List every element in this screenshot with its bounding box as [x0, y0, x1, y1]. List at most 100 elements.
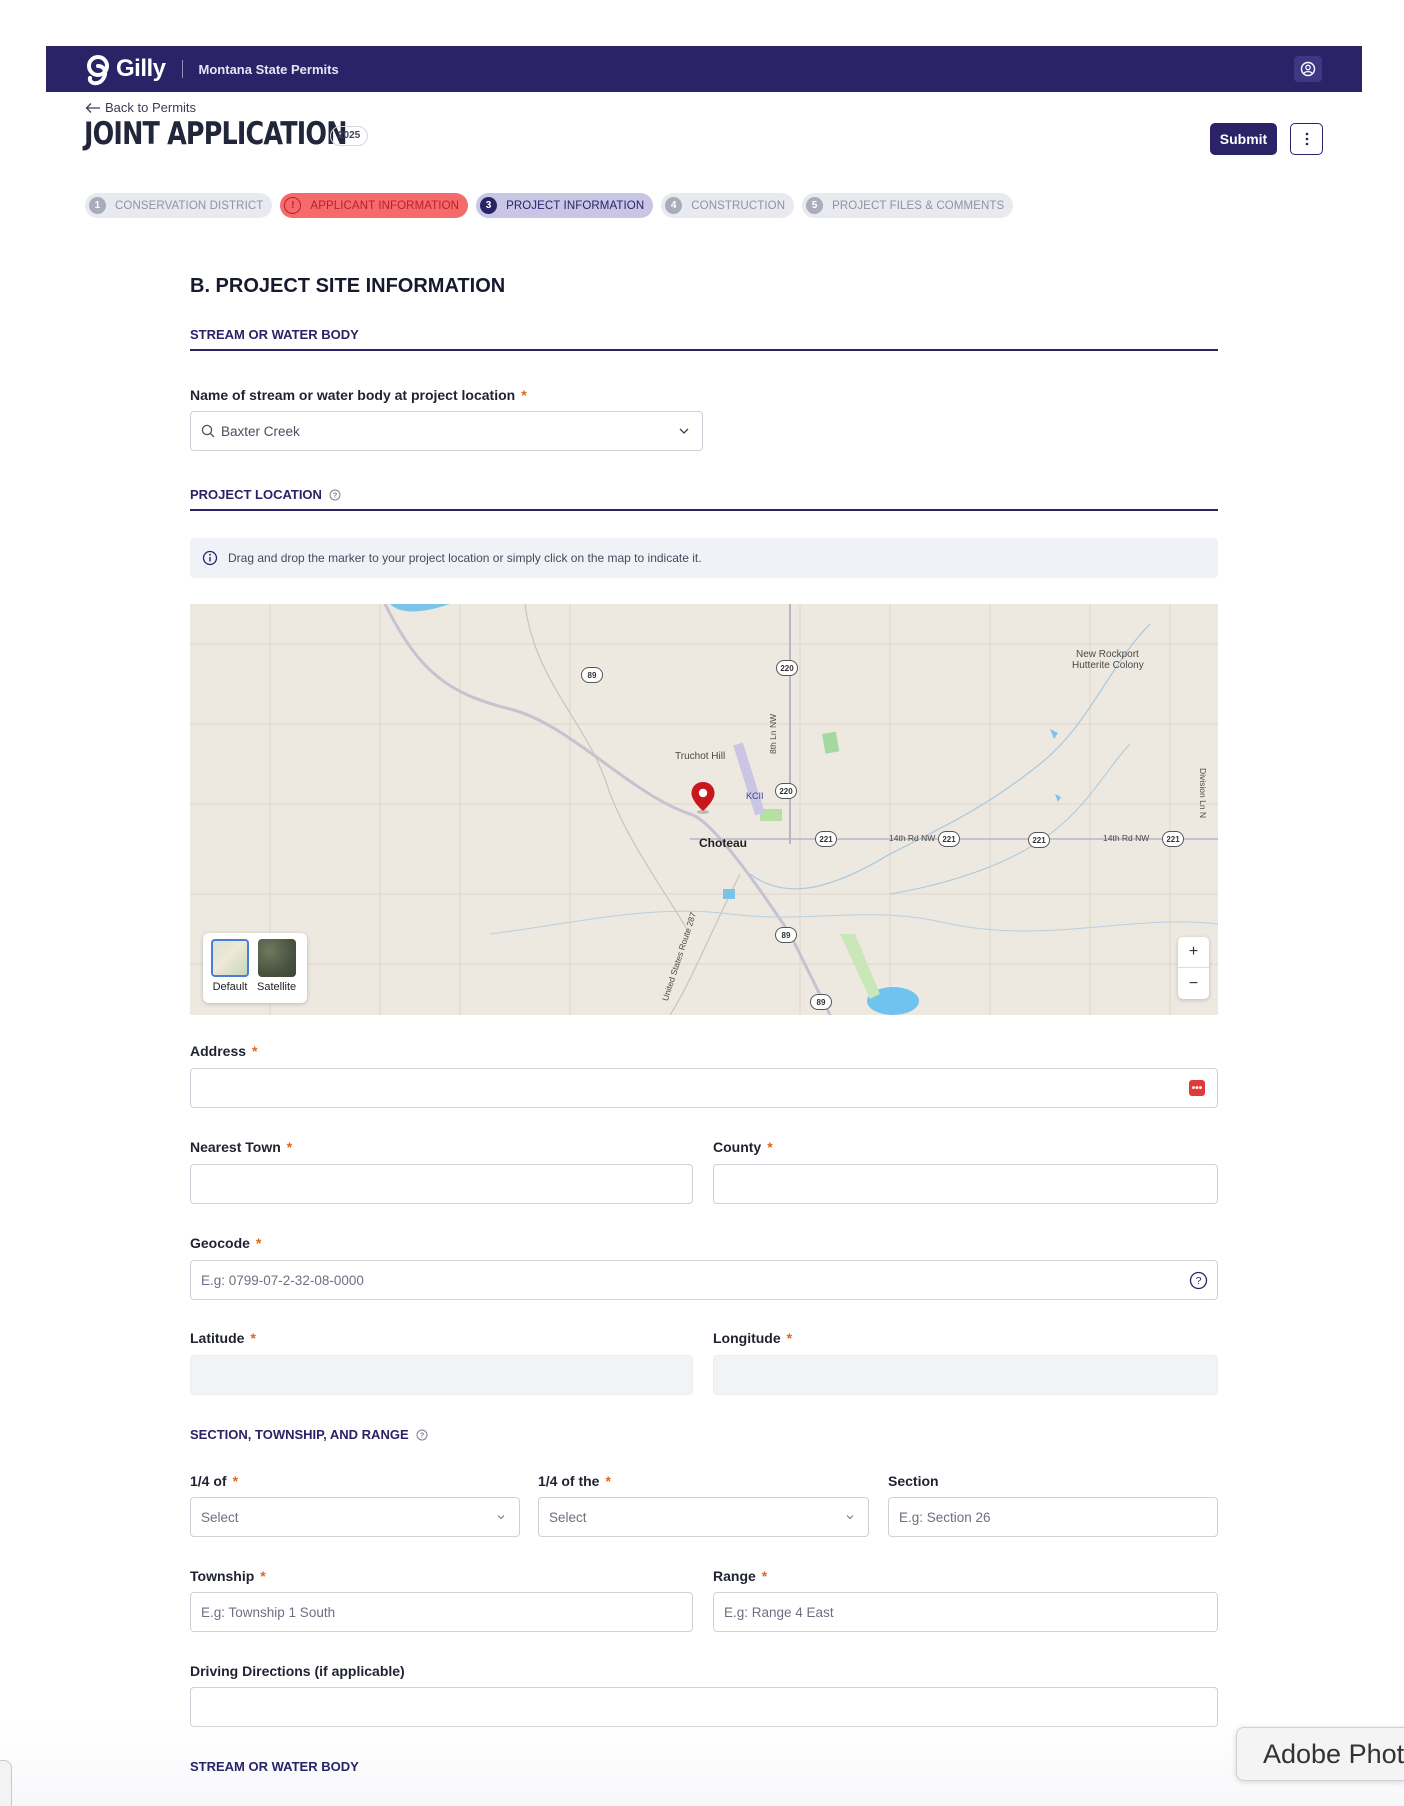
section-divider	[190, 349, 1218, 351]
step-project-files-comments[interactable]: 5 PROJECT FILES & COMMENTS	[802, 193, 1014, 218]
more-options-button[interactable]	[1290, 123, 1323, 155]
us-89-shield: 89	[810, 994, 832, 1010]
info-icon	[202, 550, 218, 566]
step-label: CONSTRUCTION	[691, 199, 786, 212]
map-label-hutterite-colony: Hutterite Colony	[1072, 660, 1144, 671]
step-label: PROJECT INFORMATION	[506, 199, 645, 212]
nearest-town-input[interactable]	[190, 1164, 693, 1204]
map-zoom-controls: + −	[1178, 937, 1209, 999]
required-asterisk: *	[767, 1139, 773, 1155]
step-label: PROJECT FILES & COMMENTS	[832, 199, 1005, 212]
address-label: Address *	[190, 1043, 257, 1059]
arrow-left-icon	[85, 102, 100, 113]
map-label-city: Choteau	[699, 836, 747, 850]
next-heading-text: STREAM OR WATER BODY	[190, 1759, 359, 1774]
svg-text:?: ?	[419, 1430, 424, 1439]
quarter-of-select[interactable]: Select	[190, 1497, 520, 1537]
map-label-road-14th-2: 14th Rd NW	[1103, 833, 1150, 843]
stream-section-heading: STREAM OR WATER BODY	[190, 327, 359, 342]
county-input[interactable]	[713, 1164, 1218, 1204]
back-link-label: Back to Permits	[105, 100, 197, 115]
step-number: 5	[806, 197, 824, 214]
location-heading-text: PROJECT LOCATION	[190, 487, 322, 502]
help-circle-icon[interactable]: ?	[1189, 1271, 1208, 1290]
location-marker-icon[interactable]	[690, 781, 716, 815]
step-conservation-district[interactable]: 1 CONSERVATION DISTRICT	[85, 193, 273, 218]
required-asterisk: *	[605, 1473, 611, 1489]
stream-name-combobox[interactable]: Baxter Creek	[190, 411, 703, 451]
password-manager-icon[interactable]: •••	[1189, 1080, 1205, 1096]
step-number: 3	[480, 197, 498, 214]
help-circle-icon[interactable]: ?	[329, 489, 341, 501]
label-text: 1/4 of the	[538, 1473, 600, 1489]
page: { "app": { "logo_text": "Gilly", "org_na…	[0, 0, 1404, 1806]
layer-satellite-label: Satellite	[257, 981, 297, 993]
logo-text: Gilly	[116, 55, 166, 82]
section-input[interactable]: E.g: Section 26	[888, 1497, 1218, 1537]
adobe-photoshop-popup[interactable]: Adobe Photoshop	[1236, 1727, 1404, 1781]
required-asterisk: *	[521, 387, 527, 403]
step-project-information[interactable]: 3 PROJECT INFORMATION	[476, 193, 654, 218]
township-placeholder: E.g: Township 1 South	[201, 1604, 336, 1620]
required-asterisk: *	[286, 1139, 293, 1155]
top-navbar: Gilly Montana State Permits	[46, 46, 1362, 92]
required-asterisk: *	[260, 1568, 266, 1584]
step-applicant-information[interactable]: ! APPLICANT INFORMATION	[280, 193, 469, 218]
mt-221-shield: 221	[938, 831, 960, 847]
range-input[interactable]: E.g: Range 4 East	[713, 1592, 1218, 1632]
user-circle-icon	[1300, 61, 1316, 77]
gilly-logo[interactable]: Gilly	[84, 52, 166, 86]
layer-satellite-option[interactable]: Satellite	[257, 939, 296, 997]
submit-button[interactable]: Submit	[1210, 123, 1277, 155]
longitude-input	[713, 1355, 1218, 1395]
geocode-input[interactable]: E.g: 0799-07-2-32-08-0000 ?	[190, 1260, 1218, 1300]
required-asterisk: *	[232, 1473, 239, 1489]
user-menu-button[interactable]	[1294, 56, 1322, 82]
label-text: 1/4 of	[190, 1473, 227, 1489]
chevron-down-icon	[679, 428, 689, 434]
layer-default-option[interactable]: Default	[211, 939, 249, 997]
error-icon: !	[284, 197, 302, 214]
township-input[interactable]: E.g: Township 1 South	[190, 1592, 693, 1632]
label-text: Township	[190, 1568, 255, 1584]
address-input[interactable]: •••	[190, 1068, 1218, 1108]
step-construction[interactable]: 4 CONSTRUCTION	[661, 193, 795, 218]
county-label: County *	[713, 1139, 773, 1155]
map-instruction-banner: Drag and drop the marker to your project…	[190, 538, 1218, 578]
section-divider	[190, 509, 1218, 511]
chevron-down-icon	[497, 1515, 505, 1520]
label-text: Section	[888, 1473, 939, 1489]
map-label-road-14th-1: 14th Rd NW	[889, 833, 936, 843]
page-title: JOINT APPLICATION	[84, 116, 348, 152]
layer-default-label: Default	[212, 981, 248, 993]
us-89-shield: 89	[775, 927, 797, 943]
label-text: Longitude	[713, 1330, 781, 1346]
back-to-permits-link[interactable]: Back to Permits	[85, 100, 196, 115]
quarter-of-label: 1/4 of *	[190, 1473, 238, 1489]
quarter-of-the-value: Select	[549, 1509, 587, 1525]
quarter-of-the-select[interactable]: Select	[538, 1497, 869, 1537]
required-asterisk: *	[252, 1043, 258, 1059]
latitude-input	[190, 1355, 693, 1395]
help-circle-icon[interactable]: ?	[416, 1429, 428, 1441]
zoom-out-button[interactable]: −	[1178, 968, 1209, 999]
required-asterisk: *	[761, 1568, 768, 1584]
org-name: Montana State Permits	[198, 61, 339, 77]
stream-name-label: Name of stream or water body at project …	[190, 387, 527, 403]
label-text: County	[713, 1139, 762, 1155]
str-section-heading: SECTION, TOWNSHIP, AND RANGE ?	[190, 1427, 428, 1442]
step-label: APPLICANT INFORMATION	[310, 199, 460, 212]
chevron-down-icon	[846, 1515, 854, 1520]
more-vertical-icon	[1305, 132, 1308, 146]
project-location-map[interactable]: Truchot Hill KCII Choteau New Rockport H…	[190, 604, 1218, 1015]
label-text: Geocode	[190, 1235, 250, 1251]
mt-221-shield: 221	[815, 831, 837, 847]
map-label-airport: KCII	[746, 791, 764, 801]
mt-220-shield: 220	[775, 783, 797, 799]
nearest-town-label: Nearest Town *	[190, 1139, 292, 1155]
quarter-of-the-label: 1/4 of the *	[538, 1473, 611, 1489]
label-text: Name of stream or water body at project …	[190, 387, 516, 403]
geocode-placeholder: E.g: 0799-07-2-32-08-0000	[201, 1272, 364, 1288]
zoom-in-button[interactable]: +	[1178, 937, 1209, 968]
step-label: CONSERVATION DISTRICT	[115, 199, 264, 212]
